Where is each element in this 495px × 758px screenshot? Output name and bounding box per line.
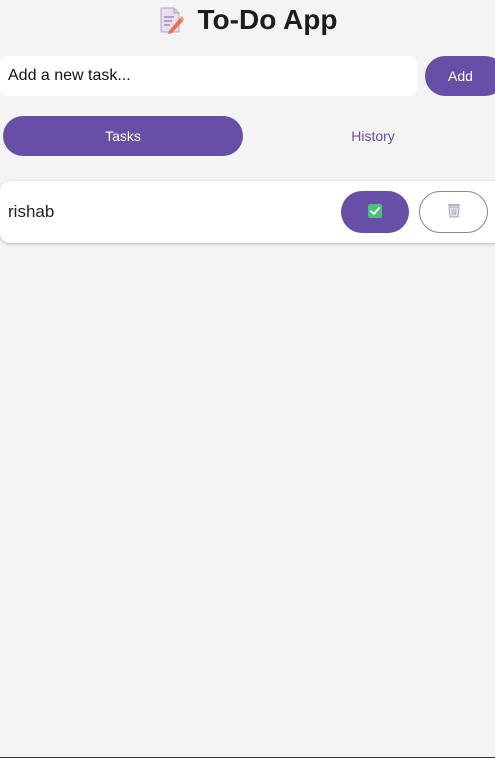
task-list: rishab [0, 181, 495, 243]
complete-task-button[interactable] [341, 191, 409, 233]
app-header: To-Do App [0, 0, 495, 40]
app-title: To-Do App [197, 4, 338, 35]
add-task-button[interactable]: Add [425, 56, 495, 96]
wastebasket-icon [447, 203, 461, 221]
tab-bar: Tasks History [0, 116, 495, 156]
memo-icon [158, 6, 184, 34]
tab-tasks[interactable]: Tasks [3, 116, 243, 156]
task-item: rishab [0, 181, 495, 243]
check-box-icon [368, 203, 382, 221]
delete-task-button[interactable] [419, 191, 488, 233]
tab-history[interactable]: History [253, 116, 493, 156]
app-title-group: To-Do App [158, 4, 338, 36]
task-text: rishab [8, 202, 55, 221]
new-task-input[interactable] [0, 56, 417, 96]
new-task-row: Add [0, 56, 495, 96]
